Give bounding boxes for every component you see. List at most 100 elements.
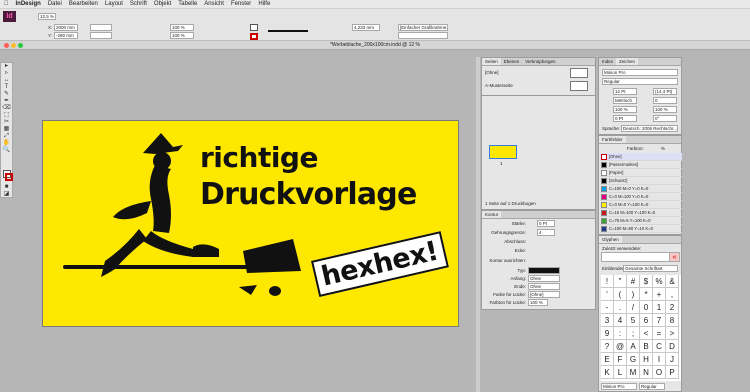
glyph-cell[interactable]: % — [653, 275, 666, 288]
width-stroke-field[interactable]: 4,233 mm — [352, 24, 380, 31]
glyph-cell[interactable]: @ — [614, 340, 627, 353]
glyph-cell[interactable]: 2 — [666, 301, 679, 314]
swatch-green[interactable]: C=75 M=5 Y=100 K=0 — [600, 217, 682, 225]
glyph-cell[interactable]: 9 — [601, 327, 614, 340]
x-field[interactable]: 2000 mm — [54, 24, 78, 31]
scale-x-field[interactable]: 100 % — [170, 24, 194, 31]
swatch-none[interactable]: [Ohne] — [600, 153, 682, 161]
glyph-cell[interactable]: : — [614, 327, 627, 340]
pen-tool-icon[interactable]: ✒ — [1, 98, 12, 105]
eraser-tool-icon[interactable]: ⌫ — [1, 105, 12, 112]
swatch-paper[interactable]: [Papier] — [600, 169, 682, 177]
glyph-cell[interactable]: + — [653, 288, 666, 301]
glyph-cell[interactable]: < — [640, 327, 653, 340]
glyph-cell[interactable]: N — [640, 366, 653, 379]
tracking-field[interactable]: 0 — [653, 97, 677, 104]
tab-seiten[interactable]: Seiten — [482, 58, 501, 65]
swatch-red[interactable]: C=15 M=100 Y=100 K=0 — [600, 209, 682, 217]
glyph-cell[interactable]: 3 — [601, 314, 614, 327]
zoom-window-icon[interactable] — [18, 43, 23, 48]
y-field[interactable]: -280 mm — [54, 32, 78, 39]
glyph-cell[interactable]: ! — [601, 275, 614, 288]
master-none[interactable]: [Ohne] — [485, 70, 499, 75]
object-style-select[interactable]: [Einfacher Grafikrahme... — [398, 24, 448, 31]
language-select[interactable]: Deutsch: 2006 Rechtschr... — [621, 125, 678, 132]
font-family-select[interactable]: Minion Pro — [602, 69, 678, 76]
menu-hilfe[interactable]: Hilfe — [258, 1, 270, 7]
headline-line-2[interactable]: Druckvorlage — [200, 177, 417, 212]
glyph-cell[interactable]: 6 — [640, 314, 653, 327]
vertical-scale-field[interactable]: 100 % — [613, 106, 637, 113]
app-menu[interactable]: InDesign — [16, 1, 41, 7]
type-select[interactable] — [528, 267, 560, 274]
direct-selection-tool-icon[interactable]: ▹ — [1, 70, 12, 77]
menu-datei[interactable]: Datei — [48, 1, 62, 7]
kerning-field[interactable]: Metrisch — [613, 97, 637, 104]
tab-verknuepfungen[interactable]: Verknüpfungen — [522, 58, 558, 65]
glyph-cell[interactable]: O — [653, 366, 666, 379]
start-select[interactable]: Ohne — [528, 275, 560, 282]
swatch-blue[interactable]: C=100 M=90 Y=10 K=0 — [600, 225, 682, 233]
menu-ansicht[interactable]: Ansicht — [204, 1, 224, 7]
glyph-cell[interactable]: ; — [627, 327, 640, 340]
menu-tabelle[interactable]: Tabelle — [178, 1, 197, 7]
menu-schrift[interactable]: Schrift — [130, 1, 147, 7]
tab-ebenen[interactable]: Ebenen — [501, 58, 523, 65]
glyph-cell[interactable]: A — [627, 340, 640, 353]
glyph-subset-select[interactable]: Gesamte Schriftart — [623, 265, 678, 272]
recent-glyph-guillemet[interactable]: « — [669, 252, 680, 262]
glyph-cell[interactable]: L — [614, 366, 627, 379]
document-tab[interactable]: *Werbeblache_200x100cm.indd @ 12 % — [330, 42, 420, 48]
scale-y-field[interactable]: 100 % — [170, 32, 194, 39]
headline-line-1[interactable]: richtige — [200, 141, 318, 174]
glyph-cell[interactable]: ( — [614, 288, 627, 301]
glyph-cell[interactable]: P — [666, 366, 679, 379]
skew-field[interactable]: 0° — [653, 115, 677, 122]
glyph-cell[interactable]: H — [640, 353, 653, 366]
type-tool-icon[interactable]: T — [1, 84, 12, 91]
tab-zeichen[interactable]: Zeichen — [616, 58, 639, 65]
glyph-cell[interactable]: ' — [601, 288, 614, 301]
apple-icon[interactable]:  — [4, 1, 9, 7]
glyph-cell[interactable]: ? — [601, 340, 614, 353]
glyph-cell[interactable]: 0 — [640, 301, 653, 314]
height-field[interactable] — [90, 32, 112, 39]
baseline-shift-field[interactable]: 0 Pt — [613, 115, 637, 122]
master-a[interactable]: A-Musterseite — [485, 83, 513, 88]
fill-swatch-icon[interactable] — [250, 24, 258, 31]
swatch-magenta[interactable]: C=0 M=100 Y=0 K=0 — [600, 193, 682, 201]
artboard-banner[interactable]: richtige Druckvorlage hexhex! — [42, 120, 459, 327]
glyph-cell[interactable]: 5 — [627, 314, 640, 327]
end-select[interactable]: Ohne — [528, 283, 560, 290]
pencil-tool-icon[interactable]: ✎ — [1, 91, 12, 98]
glyph-cell[interactable]: G — [627, 353, 640, 366]
glyph-cell[interactable]: 8 — [666, 314, 679, 327]
width-field[interactable] — [90, 24, 112, 31]
glyph-font-select[interactable]: Minion Pro — [601, 383, 637, 390]
swatch-registration[interactable]: [Passermarken] — [600, 161, 682, 169]
tab-index[interactable]: Index — [599, 58, 616, 65]
selection-tool-icon[interactable]: ▸ — [1, 63, 12, 70]
glyph-cell[interactable]: $ — [640, 275, 653, 288]
gap-color-select[interactable]: [Ohne] — [528, 291, 560, 298]
minimize-window-icon[interactable] — [11, 43, 16, 48]
glyph-cell[interactable]: M — [627, 366, 640, 379]
stroke-color-icon[interactable] — [5, 173, 13, 181]
menu-layout[interactable]: Layout — [105, 1, 123, 7]
glyph-cell[interactable]: K — [601, 366, 614, 379]
glyph-cell[interactable]: J — [666, 353, 679, 366]
apply-color-icon[interactable]: ■ — [1, 184, 12, 191]
page-1-thumb[interactable] — [489, 145, 517, 159]
hand-tool-icon[interactable]: ✋ — [1, 140, 12, 147]
master-a-thumb[interactable] — [570, 81, 588, 91]
glyph-cell[interactable]: F — [614, 353, 627, 366]
close-window-icon[interactable] — [4, 43, 9, 48]
zoom-select[interactable]: 12,5 % — [38, 13, 56, 20]
glyph-cell[interactable]: > — [666, 327, 679, 340]
menu-objekt[interactable]: Objekt — [154, 1, 171, 7]
glyph-cell[interactable]: . — [614, 301, 627, 314]
glyph-cell[interactable]: # — [627, 275, 640, 288]
swatch-cyan[interactable]: C=100 M=0 Y=0 K=0 — [600, 185, 682, 193]
tab-kontur[interactable]: Kontur — [482, 211, 502, 218]
swatch-yellow[interactable]: C=0 M=0 Y=100 K=0 — [600, 201, 682, 209]
